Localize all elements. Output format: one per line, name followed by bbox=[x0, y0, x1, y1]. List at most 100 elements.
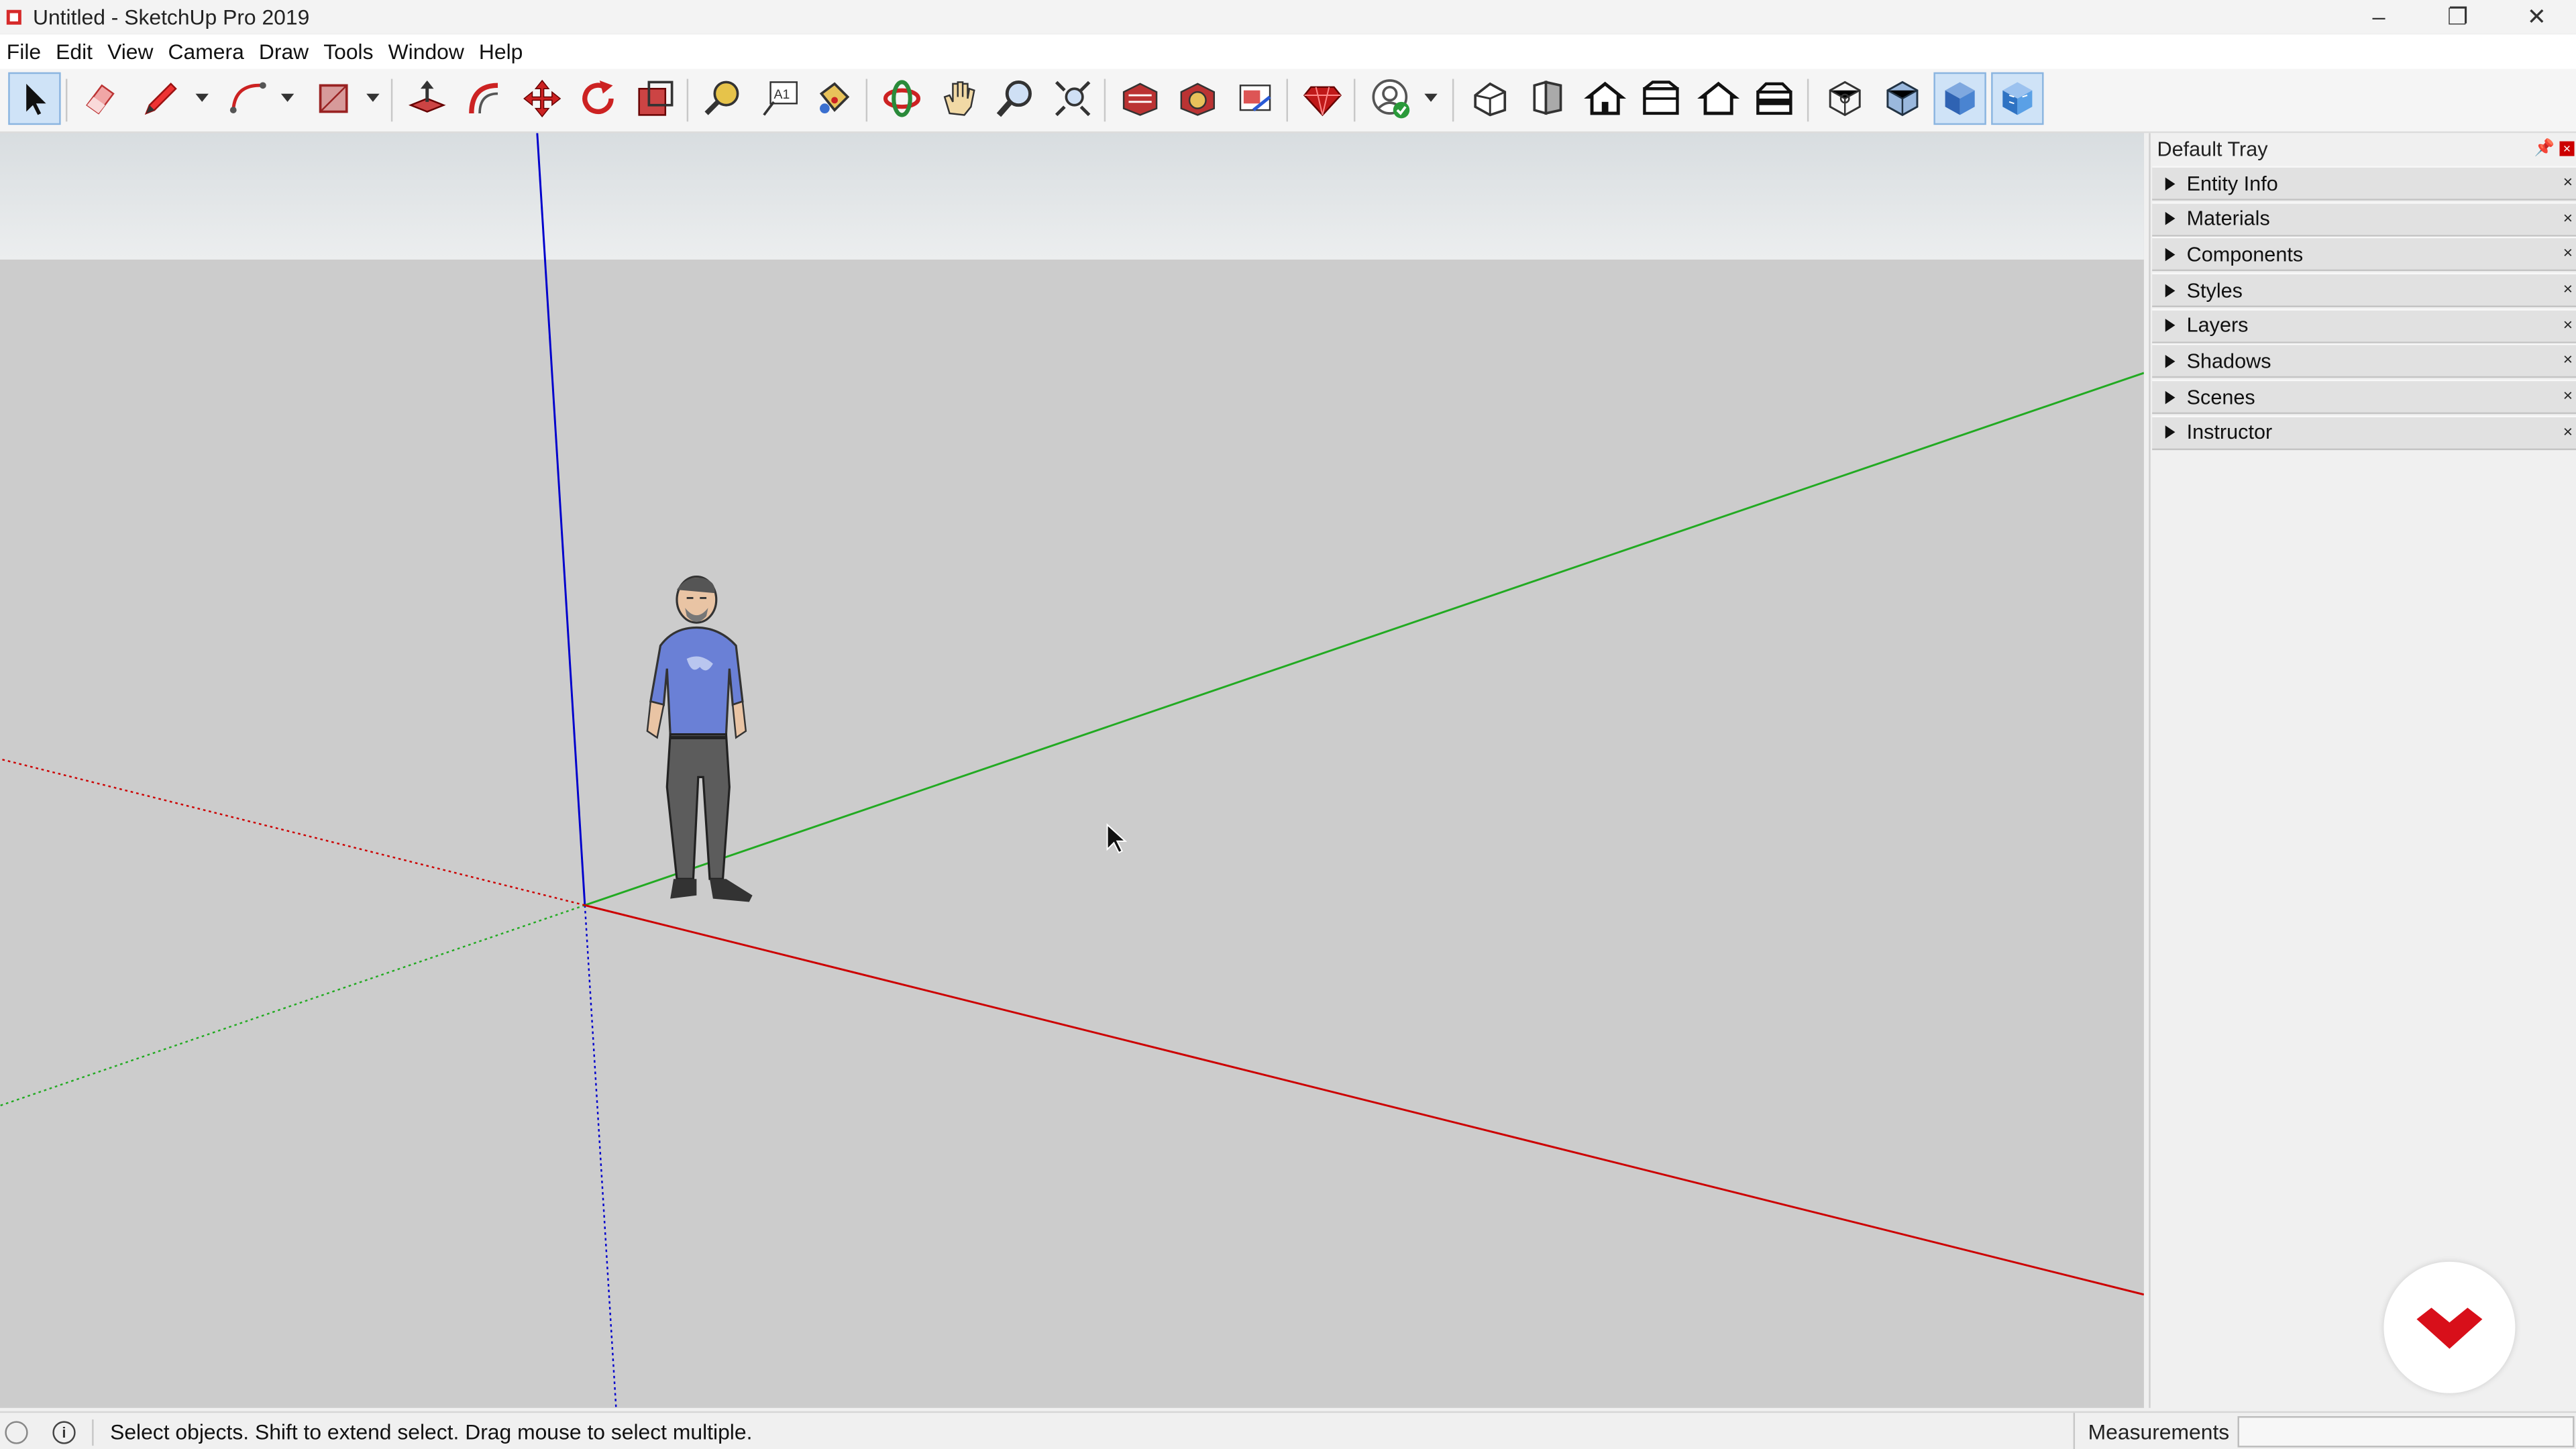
panel-components[interactable]: Components × bbox=[2152, 237, 2576, 272]
menu-help[interactable]: Help bbox=[472, 40, 531, 64]
text-icon: A1 bbox=[763, 81, 798, 116]
close-button[interactable]: ✕ bbox=[2497, 0, 2576, 33]
panel-shadows[interactable]: Shadows × bbox=[2152, 343, 2576, 379]
offset-tool[interactable] bbox=[458, 72, 511, 125]
panel-close-icon[interactable]: × bbox=[2563, 281, 2573, 299]
wireframe-style-button[interactable] bbox=[1876, 72, 1929, 125]
modeling-viewport[interactable] bbox=[0, 133, 2144, 1408]
panel-close-icon[interactable]: × bbox=[2563, 423, 2573, 441]
expand-triangle-icon bbox=[2165, 248, 2176, 262]
pan-tool[interactable] bbox=[933, 72, 985, 125]
menu-camera[interactable]: Camera bbox=[162, 40, 252, 64]
blue-axis-negative bbox=[584, 905, 617, 1408]
geo-location-icon[interactable] bbox=[5, 1420, 28, 1444]
status-bar: i Select objects. Shift to extend select… bbox=[0, 1411, 2576, 1449]
move-tool[interactable] bbox=[516, 72, 568, 125]
panel-close-icon[interactable]: × bbox=[2563, 352, 2573, 370]
zoom-tool[interactable] bbox=[989, 72, 1041, 125]
mouse-cursor-icon bbox=[1106, 823, 1128, 854]
panel-close-icon[interactable]: × bbox=[2563, 317, 2573, 335]
select-tool[interactable] bbox=[8, 72, 61, 125]
eraser-tool[interactable] bbox=[74, 72, 126, 125]
zoom-icon bbox=[996, 80, 1032, 117]
back-house-icon bbox=[1697, 81, 1740, 115]
xray-style-button[interactable] bbox=[1819, 72, 1871, 125]
default-tray: Default Tray 📌 × Entity Info × Materials ×… bbox=[2149, 133, 2576, 1408]
restore-button[interactable]: ❐ bbox=[2418, 0, 2498, 33]
menu-file[interactable]: File bbox=[0, 40, 49, 64]
panel-entity-info[interactable]: Entity Info × bbox=[2152, 166, 2576, 201]
top-view-button[interactable] bbox=[1521, 72, 1574, 125]
text-tool[interactable]: A1 bbox=[754, 72, 806, 125]
expand-triangle-icon bbox=[2165, 176, 2176, 190]
shaded-textures-icon bbox=[2002, 82, 2033, 115]
panel-close-icon[interactable]: × bbox=[2563, 174, 2573, 193]
main-toolbar: A1 bbox=[0, 68, 2576, 133]
panel-layers[interactable]: Layers × bbox=[2152, 308, 2576, 343]
blue-axis-positive bbox=[536, 133, 586, 906]
iso-view-button[interactable] bbox=[1464, 72, 1516, 125]
right-view-button[interactable] bbox=[1635, 72, 1687, 125]
sketchup-logo-icon bbox=[6, 9, 21, 24]
shaded-textures-style-button[interactable] bbox=[1991, 72, 2044, 125]
line-tool-dropdown[interactable] bbox=[194, 72, 210, 125]
menu-edit[interactable]: Edit bbox=[49, 40, 101, 64]
expand-triangle-icon bbox=[2165, 283, 2176, 297]
rectangle-icon bbox=[319, 84, 348, 113]
paint-bucket-tool[interactable] bbox=[806, 72, 859, 125]
panel-materials[interactable]: Materials × bbox=[2152, 201, 2576, 236]
overlay-logo bbox=[2383, 1261, 2516, 1393]
arrow-icon bbox=[26, 83, 46, 115]
account-dropdown[interactable] bbox=[1423, 72, 1439, 125]
panel-close-icon[interactable]: × bbox=[2563, 210, 2573, 228]
panel-styles[interactable]: Styles × bbox=[2152, 272, 2576, 308]
panel-label: Shadows bbox=[2186, 350, 2271, 373]
chevron-down-icon bbox=[280, 93, 294, 102]
orbit-tool[interactable] bbox=[875, 72, 928, 125]
menu-tools[interactable]: Tools bbox=[317, 40, 381, 64]
menu-draw[interactable]: Draw bbox=[252, 40, 317, 64]
rectangle-tool-dropdown[interactable] bbox=[365, 72, 381, 125]
3d-warehouse-button[interactable] bbox=[1114, 72, 1166, 125]
front-view-button[interactable] bbox=[1578, 72, 1631, 125]
panel-label: Materials bbox=[2186, 207, 2270, 231]
extension-warehouse-button[interactable] bbox=[1171, 72, 1224, 125]
divider bbox=[92, 1418, 94, 1445]
tape-measure-tool[interactable] bbox=[696, 72, 749, 125]
shaded-style-button[interactable] bbox=[1933, 72, 1986, 125]
zoom-extents-tool[interactable] bbox=[1046, 72, 1099, 125]
panel-scenes[interactable]: Scenes × bbox=[2152, 380, 2576, 415]
window-title: Untitled - SketchUp Pro 2019 bbox=[32, 4, 310, 29]
iso-house-icon bbox=[1474, 82, 1507, 117]
title-bar: Untitled - SketchUp Pro 2019 – ❐ ✕ bbox=[0, 0, 2576, 33]
scale-figure-person[interactable] bbox=[637, 574, 769, 912]
credits-info-icon[interactable]: i bbox=[52, 1420, 76, 1444]
panel-instructor[interactable]: Instructor × bbox=[2152, 415, 2576, 450]
extension-manager-button[interactable] bbox=[1296, 72, 1348, 125]
menu-view[interactable]: View bbox=[101, 40, 161, 64]
arc-tool-dropdown[interactable] bbox=[279, 72, 295, 125]
menu-window[interactable]: Window bbox=[382, 40, 472, 64]
back-view-button[interactable] bbox=[1692, 72, 1744, 125]
red-axis-positive bbox=[584, 904, 2144, 1296]
line-tool[interactable] bbox=[135, 72, 187, 125]
push-pull-icon bbox=[408, 80, 446, 113]
scale-tool[interactable] bbox=[629, 72, 682, 125]
panel-close-icon[interactable]: × bbox=[2563, 388, 2573, 406]
account-button[interactable] bbox=[1364, 72, 1416, 125]
minimize-button[interactable]: – bbox=[2339, 0, 2418, 33]
hand-icon bbox=[943, 81, 975, 116]
front-house-icon bbox=[1584, 81, 1627, 115]
expand-triangle-icon bbox=[2165, 319, 2176, 333]
rotate-tool[interactable] bbox=[572, 72, 624, 125]
tray-close-icon[interactable]: × bbox=[2559, 141, 2575, 156]
measurements-input[interactable] bbox=[2237, 1416, 2575, 1448]
left-view-button[interactable] bbox=[1748, 72, 1801, 125]
eraser-icon bbox=[86, 84, 115, 115]
push-pull-tool[interactable] bbox=[401, 72, 453, 125]
panel-close-icon[interactable]: × bbox=[2563, 246, 2573, 264]
pin-icon[interactable]: 📌 bbox=[2534, 140, 2555, 158]
arc-tool[interactable] bbox=[222, 72, 274, 125]
layout-button[interactable] bbox=[1229, 72, 1281, 125]
rectangle-tool[interactable] bbox=[307, 72, 360, 125]
